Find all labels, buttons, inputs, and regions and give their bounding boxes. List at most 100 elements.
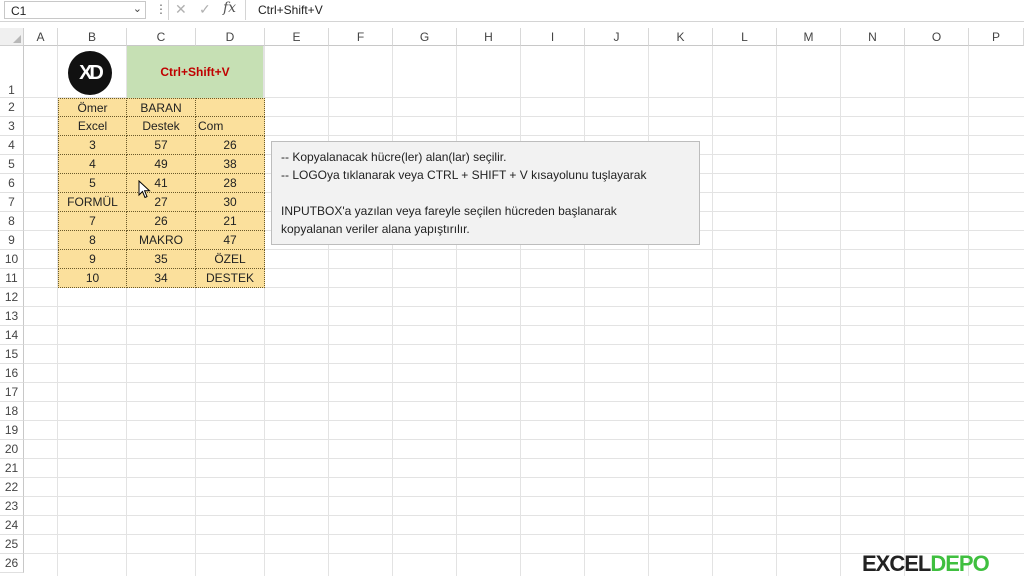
grid-hline bbox=[24, 534, 1024, 535]
row-header-21[interactable]: 21 bbox=[0, 459, 24, 478]
table-cell-text: Excel bbox=[77, 119, 108, 133]
table-cell[interactable]: 26 bbox=[127, 212, 196, 231]
row-header-22[interactable]: 22 bbox=[0, 478, 24, 497]
table-cell-text: 27 bbox=[154, 195, 168, 209]
info-textbox[interactable]: -- Kopyalanacak hücre(ler) alan(lar) seç… bbox=[271, 141, 700, 245]
column-header-g[interactable]: G bbox=[393, 28, 457, 46]
table-cell-text: ÖZEL bbox=[214, 252, 246, 266]
table-cell[interactable]: 28 bbox=[196, 174, 265, 193]
chevron-down-icon[interactable]: ⌄ bbox=[133, 2, 142, 15]
table-cell-text: 5 bbox=[89, 176, 96, 190]
row-header-12[interactable]: 12 bbox=[0, 288, 24, 307]
row-header-20[interactable]: 20 bbox=[0, 440, 24, 459]
table-cell[interactable]: ÖZEL bbox=[196, 250, 265, 269]
table-cell[interactable]: 7 bbox=[58, 212, 127, 231]
row-header-7[interactable]: 7 bbox=[0, 193, 24, 212]
table-cell[interactable]: 57 bbox=[127, 136, 196, 155]
row-header-4[interactable]: 4 bbox=[0, 136, 24, 155]
grid-hline bbox=[24, 401, 1024, 402]
row-header-5[interactable]: 5 bbox=[0, 155, 24, 174]
table-cell[interactable]: 47 bbox=[196, 231, 265, 250]
table-cell[interactable]: Excel bbox=[58, 117, 127, 136]
logo-text: XD bbox=[79, 62, 104, 84]
table-cell-text: 7 bbox=[89, 214, 96, 228]
excel-depo-watermark: EXCELDEPO bbox=[862, 551, 990, 576]
cancel-icon[interactable]: ✕ bbox=[175, 1, 187, 18]
table-cell[interactable]: MAKRO bbox=[127, 231, 196, 250]
more-options-icon[interactable]: ⋮ bbox=[155, 2, 167, 16]
table-cell[interactable]: Com bbox=[196, 117, 265, 136]
row-header-19[interactable]: 19 bbox=[0, 421, 24, 440]
column-header-l[interactable]: L bbox=[713, 28, 777, 46]
grid-hline bbox=[24, 363, 1024, 364]
row-header-24[interactable]: 24 bbox=[0, 516, 24, 535]
column-header-d[interactable]: D bbox=[196, 28, 265, 46]
name-box[interactable]: C1 ⌄ bbox=[4, 1, 146, 19]
column-header-k[interactable]: K bbox=[649, 28, 713, 46]
row-header-9[interactable]: 9 bbox=[0, 231, 24, 250]
table-cell[interactable]: 35 bbox=[127, 250, 196, 269]
column-header-i[interactable]: I bbox=[521, 28, 585, 46]
table-cell[interactable]: 30 bbox=[196, 193, 265, 212]
table-cell-text: Com bbox=[198, 119, 224, 133]
row-header-18[interactable]: 18 bbox=[0, 402, 24, 421]
table-cell[interactable]: Ömer bbox=[58, 98, 127, 117]
cell-c1[interactable]: Ctrl+Shift+V bbox=[127, 46, 264, 98]
table-cell[interactable]: 8 bbox=[58, 231, 127, 250]
column-header-m[interactable]: M bbox=[777, 28, 841, 46]
table-cell[interactable]: DESTEK bbox=[196, 269, 265, 288]
row-header-25[interactable]: 25 bbox=[0, 535, 24, 554]
grid-hline bbox=[24, 458, 1024, 459]
table-cell[interactable]: Destek bbox=[127, 117, 196, 136]
check-icon[interactable]: ✓ bbox=[199, 1, 211, 18]
table-cell[interactable]: 9 bbox=[58, 250, 127, 269]
function-icon[interactable]: fx bbox=[223, 0, 236, 16]
table-cell-text: MAKRO bbox=[138, 233, 183, 247]
row-header-16[interactable]: 16 bbox=[0, 364, 24, 383]
column-header-a[interactable]: A bbox=[24, 28, 58, 46]
row-header-8[interactable]: 8 bbox=[0, 212, 24, 231]
table-cell-text: 8 bbox=[89, 233, 96, 247]
table-cell[interactable]: 26 bbox=[196, 136, 265, 155]
column-header-o[interactable]: O bbox=[905, 28, 969, 46]
select-all-corner[interactable] bbox=[0, 28, 24, 46]
row-header-23[interactable]: 23 bbox=[0, 497, 24, 516]
column-header-f[interactable]: F bbox=[329, 28, 393, 46]
table-cell[interactable]: 10 bbox=[58, 269, 127, 288]
column-header-c[interactable]: C bbox=[127, 28, 196, 46]
table-cell[interactable]: 5 bbox=[58, 174, 127, 193]
table-cell[interactable]: BARAN bbox=[127, 98, 196, 117]
column-header-b[interactable]: B bbox=[58, 28, 127, 46]
column-header-h[interactable]: H bbox=[457, 28, 521, 46]
column-header-p[interactable]: P bbox=[969, 28, 1024, 46]
row-header-3[interactable]: 3 bbox=[0, 117, 24, 136]
table-cell-text: 47 bbox=[223, 233, 237, 247]
table-cell[interactable]: 34 bbox=[127, 269, 196, 288]
xd-logo[interactable]: XD bbox=[68, 51, 112, 95]
row-header-1[interactable]: 1 bbox=[0, 46, 24, 98]
row-header-2[interactable]: 2 bbox=[0, 98, 24, 117]
row-header-11[interactable]: 11 bbox=[0, 269, 24, 288]
table-cell[interactable]: 38 bbox=[196, 155, 265, 174]
table-cell[interactable]: 4 bbox=[58, 155, 127, 174]
column-header-n[interactable]: N bbox=[841, 28, 905, 46]
table-cell-text: Destek bbox=[142, 119, 180, 133]
row-header-10[interactable]: 10 bbox=[0, 250, 24, 269]
row-header-6[interactable]: 6 bbox=[0, 174, 24, 193]
table-cell[interactable]: 21 bbox=[196, 212, 265, 231]
table-cell[interactable]: 3 bbox=[58, 136, 127, 155]
table-cell[interactable]: 49 bbox=[127, 155, 196, 174]
formula-input[interactable]: Ctrl+Shift+V bbox=[258, 3, 323, 17]
table-cell[interactable]: FORMÜL bbox=[58, 193, 127, 212]
row-header-15[interactable]: 15 bbox=[0, 345, 24, 364]
table-cell-text: BARAN bbox=[140, 101, 182, 115]
brand-part-2: DEPO bbox=[930, 551, 989, 576]
row-header-13[interactable]: 13 bbox=[0, 307, 24, 326]
grid-hline bbox=[24, 420, 1024, 421]
row-header-14[interactable]: 14 bbox=[0, 326, 24, 345]
table-cell[interactable] bbox=[196, 98, 265, 117]
column-header-e[interactable]: E bbox=[265, 28, 329, 46]
row-header-17[interactable]: 17 bbox=[0, 383, 24, 402]
row-header-26[interactable]: 26 bbox=[0, 554, 24, 573]
column-header-j[interactable]: J bbox=[585, 28, 649, 46]
